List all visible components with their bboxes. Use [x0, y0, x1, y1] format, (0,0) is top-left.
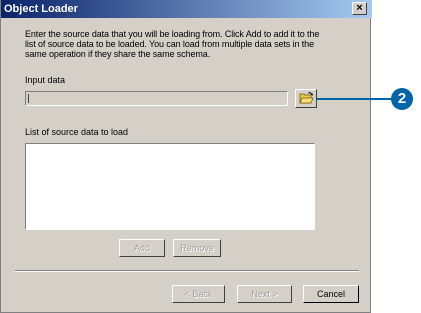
input-data-field[interactable]	[25, 91, 288, 106]
back-button[interactable]: < Back	[172, 285, 225, 303]
add-button[interactable]: Add	[119, 239, 165, 257]
callout-leader-line	[317, 98, 392, 100]
close-icon: ×	[356, 2, 363, 14]
cancel-button[interactable]: Cancel	[303, 285, 359, 303]
instructions-text: Enter the source data that you will be l…	[25, 29, 320, 59]
close-button[interactable]: ×	[352, 2, 367, 15]
divider	[15, 270, 359, 272]
callout-number-badge: 2	[391, 88, 413, 110]
title-bar[interactable]: Object Loader ×	[1, 0, 372, 18]
input-data-label: Input data	[25, 75, 66, 85]
window-title: Object Loader	[4, 3, 78, 15]
source-data-listbox[interactable]	[25, 143, 315, 230]
open-folder-icon	[299, 92, 314, 104]
object-loader-dialog: Object Loader × Enter the source data th…	[0, 0, 372, 313]
remove-button[interactable]: Remove	[173, 239, 221, 257]
next-button[interactable]: Next >	[237, 285, 292, 303]
browse-button[interactable]	[295, 89, 317, 108]
source-list-label: List of source data to load	[25, 127, 129, 137]
text-caret	[28, 94, 29, 103]
